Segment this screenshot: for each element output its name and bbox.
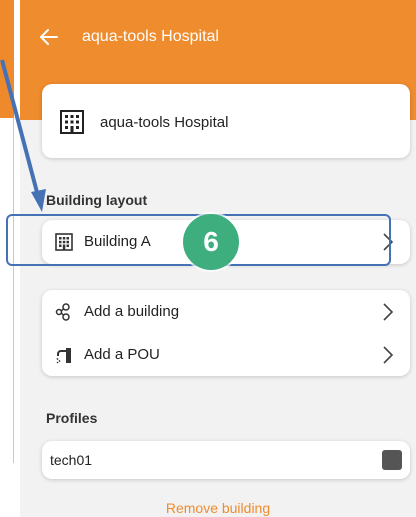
building-grid-icon — [60, 110, 84, 134]
remove-building-link[interactable]: Remove building — [20, 500, 416, 516]
chevron-right-icon — [383, 233, 394, 251]
add-building-label: Add a building — [84, 303, 180, 320]
chevron-right-icon — [383, 346, 394, 364]
actions-card: Add a building Add a POU — [42, 290, 410, 376]
profile-row[interactable]: tech01 — [42, 441, 410, 479]
building-grid-icon — [55, 233, 73, 251]
building-a-label: Building A — [84, 233, 151, 250]
building-layout-heading: Building layout — [46, 192, 148, 208]
back-arrow-icon[interactable] — [40, 28, 58, 46]
faucet-icon — [56, 348, 71, 364]
profiles-heading: Profiles — [46, 410, 98, 426]
add-building-row[interactable]: Add a building — [42, 290, 410, 334]
chevron-right-icon — [383, 303, 394, 321]
profile-name: tech01 — [50, 452, 93, 468]
hospital-name: aqua-tools Hospital — [100, 114, 229, 131]
left-background-header — [0, 0, 14, 118]
page-title: aqua-tools Hospital — [82, 28, 219, 45]
left-divider — [13, 118, 14, 463]
nodes-icon — [55, 303, 70, 321]
step-badge: 6 — [183, 214, 239, 270]
profile-checkbox[interactable] — [382, 450, 402, 470]
hospital-card: aqua-tools Hospital — [42, 84, 410, 158]
add-pou-row[interactable]: Add a POU — [42, 333, 410, 377]
add-pou-label: Add a POU — [84, 346, 160, 363]
